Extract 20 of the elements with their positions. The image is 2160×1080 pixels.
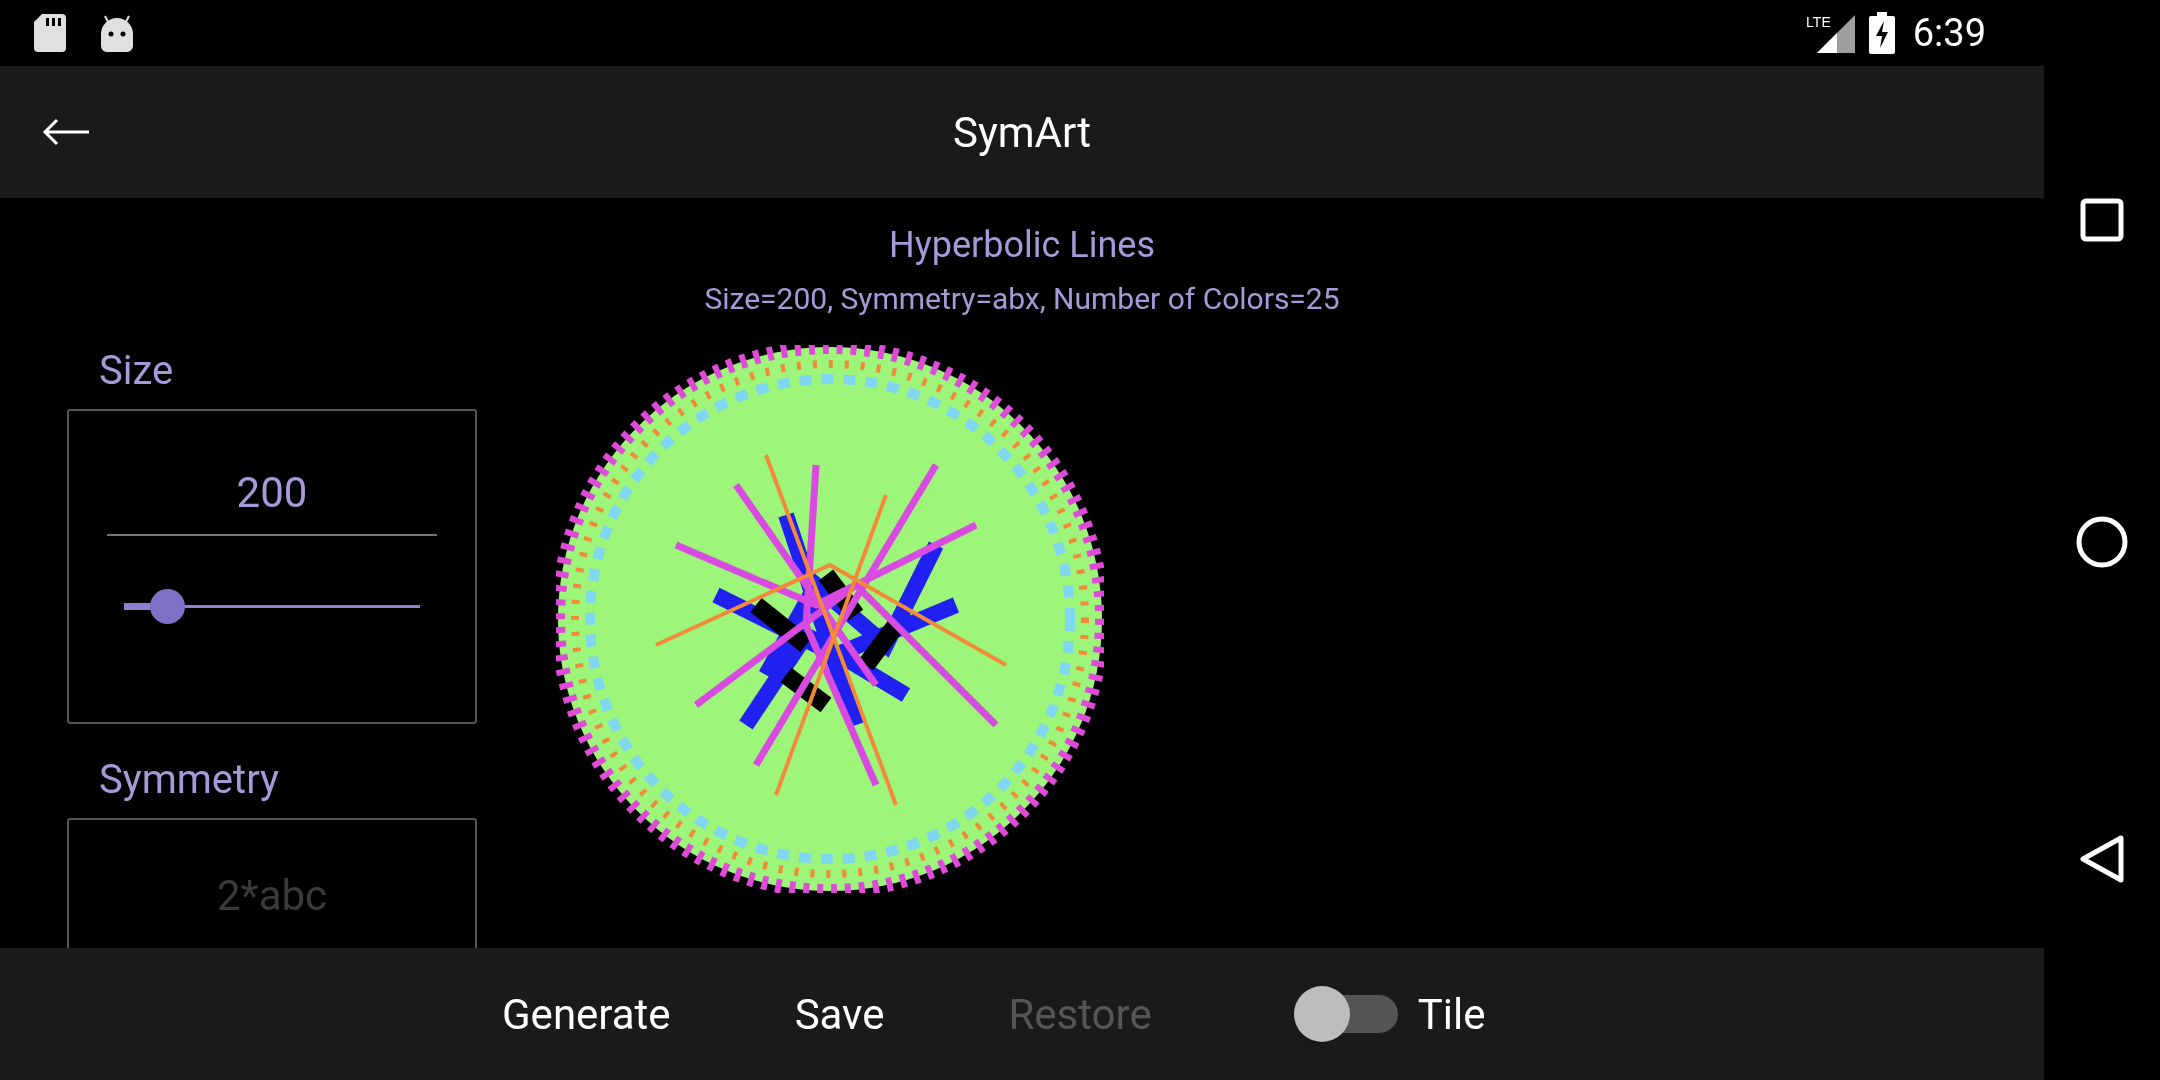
sd-card-icon xyxy=(34,14,66,52)
field-label: Symmetry xyxy=(99,755,280,805)
size-input-field[interactable]: 200 xyxy=(107,461,437,536)
art-parameters: Size=200, Symmetry=abx, Number of Colors=25 xyxy=(704,280,1340,318)
app-title: SymArt xyxy=(952,106,1091,159)
recents-square-icon[interactable] xyxy=(2080,198,2124,242)
tile-switch[interactable] xyxy=(1293,986,1398,1042)
android-icon xyxy=(100,14,134,52)
action-button[interactable]: Generate xyxy=(490,982,683,1046)
switch-label: Tile xyxy=(1417,988,1486,1041)
back-triangle-icon[interactable] xyxy=(2079,834,2125,884)
art-title: Hyperbolic Lines xyxy=(889,223,1155,268)
action-button[interactable]: Save xyxy=(782,982,897,1046)
back-arrow-icon xyxy=(41,117,91,147)
clock-time: 6:39 xyxy=(1912,9,1986,57)
slider-thumb[interactable] xyxy=(149,588,185,624)
network-type: LTE xyxy=(1806,13,1831,32)
battery-charging-icon xyxy=(1868,12,1895,54)
field-label: Size xyxy=(99,346,175,396)
home-circle-icon[interactable] xyxy=(2076,516,2128,568)
